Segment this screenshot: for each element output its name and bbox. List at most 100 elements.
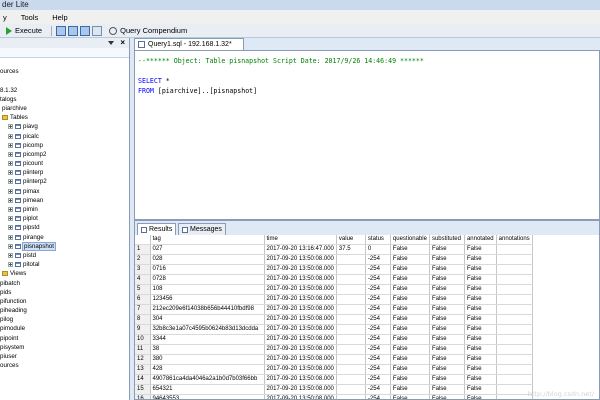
table-cell[interactable]: False (464, 264, 497, 275)
table-cell[interactable]: -254 (365, 294, 391, 305)
table-cell[interactable] (496, 384, 533, 395)
table-cell[interactable]: False (390, 304, 430, 315)
table-cell[interactable]: 2017-09-20 13:50:08.000 (264, 274, 337, 285)
table-cell[interactable]: 2017-09-20 13:50:08.000 (264, 384, 337, 395)
table-cell[interactable]: 2017-09-20 13:50:08.000 (264, 304, 337, 315)
table-cell[interactable]: False (464, 374, 497, 385)
table-cell[interactable]: 428 (150, 364, 265, 375)
row-number[interactable]: 14 (135, 374, 151, 385)
table-cell[interactable]: -254 (365, 274, 391, 285)
table-cell[interactable]: -254 (365, 334, 391, 345)
table-cell[interactable]: 027 (150, 244, 265, 255)
table-cell[interactable]: -254 (365, 284, 391, 295)
table-cell[interactable]: -254 (365, 344, 391, 355)
tree-item[interactable]: pirange (0, 233, 129, 242)
table-cell[interactable] (336, 344, 366, 355)
show-results-pane-icon[interactable] (92, 25, 103, 36)
table-cell[interactable]: -254 (365, 314, 391, 325)
table-cell[interactable]: False (390, 394, 430, 399)
expand-icon[interactable] (8, 161, 13, 167)
table-cell[interactable]: False (429, 274, 465, 285)
table-cell[interactable]: False (390, 244, 430, 255)
table-row[interactable]: 1 027 2017-09-20 13:16:47.000 37.5 0 False Fal… (135, 244, 533, 255)
table-cell[interactable]: False (464, 344, 497, 355)
table-cell[interactable] (336, 394, 366, 399)
table-cell[interactable]: False (429, 384, 465, 395)
column-header[interactable]: substituted (429, 235, 465, 245)
table-cell[interactable]: False (429, 314, 465, 325)
tree-item[interactable]: piarchive (0, 104, 129, 113)
table-cell[interactable]: 0716 (150, 264, 265, 275)
expand-icon[interactable] (8, 252, 13, 258)
results-to-file-icon[interactable] (80, 25, 91, 36)
table-cell[interactable]: False (390, 334, 430, 345)
table-cell[interactable]: False (429, 334, 465, 345)
table-row[interactable]: 6 123456 2017-09-20 13:50:08.000 -254 False F… (135, 294, 533, 305)
tab-query1[interactable]: Query1.sql - 192.168.1.32* (134, 38, 244, 50)
tree-item[interactable]: pifunction (0, 297, 129, 306)
table-cell[interactable]: 2017-09-20 13:50:08.000 (264, 354, 337, 365)
expand-icon[interactable] (8, 262, 13, 268)
table-cell[interactable] (336, 304, 366, 315)
table-row[interactable]: 13 428 2017-09-20 13:50:08.000 -254 False Fal… (135, 364, 533, 375)
table-row[interactable]: 5 108 2017-09-20 13:50:08.000 -254 False Fals… (135, 284, 533, 295)
table-cell[interactable] (336, 274, 366, 285)
tree-item[interactable]: piplot (0, 214, 129, 223)
expand-icon[interactable] (8, 142, 13, 148)
table-cell[interactable]: 108 (150, 284, 265, 295)
table-cell[interactable] (496, 374, 533, 385)
table-cell[interactable]: 2017-09-20 13:50:08.000 (264, 394, 337, 399)
table-cell[interactable] (496, 244, 533, 255)
expand-icon[interactable] (8, 243, 13, 249)
table-cell[interactable]: 028 (150, 254, 265, 265)
table-cell[interactable]: False (429, 284, 465, 295)
tree-item[interactable]: pimodule (0, 324, 129, 333)
row-number[interactable]: 3 (135, 264, 151, 275)
table-cell[interactable]: 2017-09-20 13:16:47.000 (264, 244, 337, 255)
expand-icon[interactable] (8, 124, 13, 130)
expand-icon[interactable] (8, 216, 13, 222)
table-row[interactable]: 16 94643553 2017-09-20 13:50:08.000 -254 Fal… (135, 394, 533, 399)
table-cell[interactable] (336, 284, 366, 295)
table-cell[interactable] (336, 314, 366, 325)
table-cell[interactable]: False (429, 374, 465, 385)
expand-icon[interactable] (8, 170, 13, 176)
close-icon[interactable]: × (120, 39, 125, 47)
table-cell[interactable]: False (429, 304, 465, 315)
table-cell[interactable] (336, 294, 366, 305)
table-row[interactable]: 11 38 2017-09-20 13:50:08.000 -254 False Fals… (135, 344, 533, 355)
row-number[interactable]: 15 (135, 384, 151, 395)
tree-item[interactable]: pids (0, 288, 129, 297)
tab-messages[interactable]: Messages (178, 223, 226, 235)
table-row[interactable]: 3 0716 2017-09-20 13:50:08.000 -254 False Fal… (135, 264, 533, 275)
table-cell[interactable]: 2017-09-20 13:50:08.000 (264, 364, 337, 375)
results-to-grid-icon[interactable] (68, 25, 79, 36)
tree-item[interactable]: piinterp2 (0, 177, 129, 186)
tree-item[interactable]: pilog (0, 315, 129, 324)
explorer-filter[interactable] (0, 48, 129, 58)
sql-editor[interactable]: --****** Object: Table pisnapshot Script… (134, 50, 600, 220)
tree-item[interactable]: pisystem (0, 343, 129, 352)
table-cell[interactable]: False (464, 394, 497, 399)
table-cell[interactable]: -254 (365, 324, 391, 335)
table-cell[interactable]: 2017-09-20 13:50:08.000 (264, 334, 337, 345)
table-cell[interactable]: False (464, 274, 497, 285)
expand-icon[interactable] (8, 207, 13, 212)
table-cell[interactable]: 32b8c3e1a07c4595b0624b83d13dcdda (150, 324, 265, 335)
table-row[interactable]: 9 32b8c3e1a07c4595b0624b83d13dcdda 2017-09… (135, 324, 533, 335)
tree-item[interactable]: piheading (0, 306, 129, 315)
table-cell[interactable]: False (429, 394, 465, 399)
tree-item[interactable]: picalc (0, 132, 129, 141)
table-row[interactable]: 10 3344 2017-09-20 13:50:08.000 -254 False Fa… (135, 334, 533, 345)
table-cell[interactable] (336, 334, 366, 345)
table-cell[interactable]: -254 (365, 254, 391, 265)
table-cell[interactable]: False (464, 364, 497, 375)
table-cell[interactable]: -254 (365, 354, 391, 365)
table-cell[interactable] (336, 364, 366, 375)
table-cell[interactable] (496, 334, 533, 345)
query-compendium-button[interactable]: Query Compendium (103, 26, 187, 35)
table-cell[interactable]: False (390, 314, 430, 325)
table-cell[interactable]: 4907861ca4da4046a2a1b0d7b03f66bb (150, 374, 265, 385)
table-cell[interactable] (336, 354, 366, 365)
table-cell[interactable]: 37.5 (336, 244, 366, 255)
